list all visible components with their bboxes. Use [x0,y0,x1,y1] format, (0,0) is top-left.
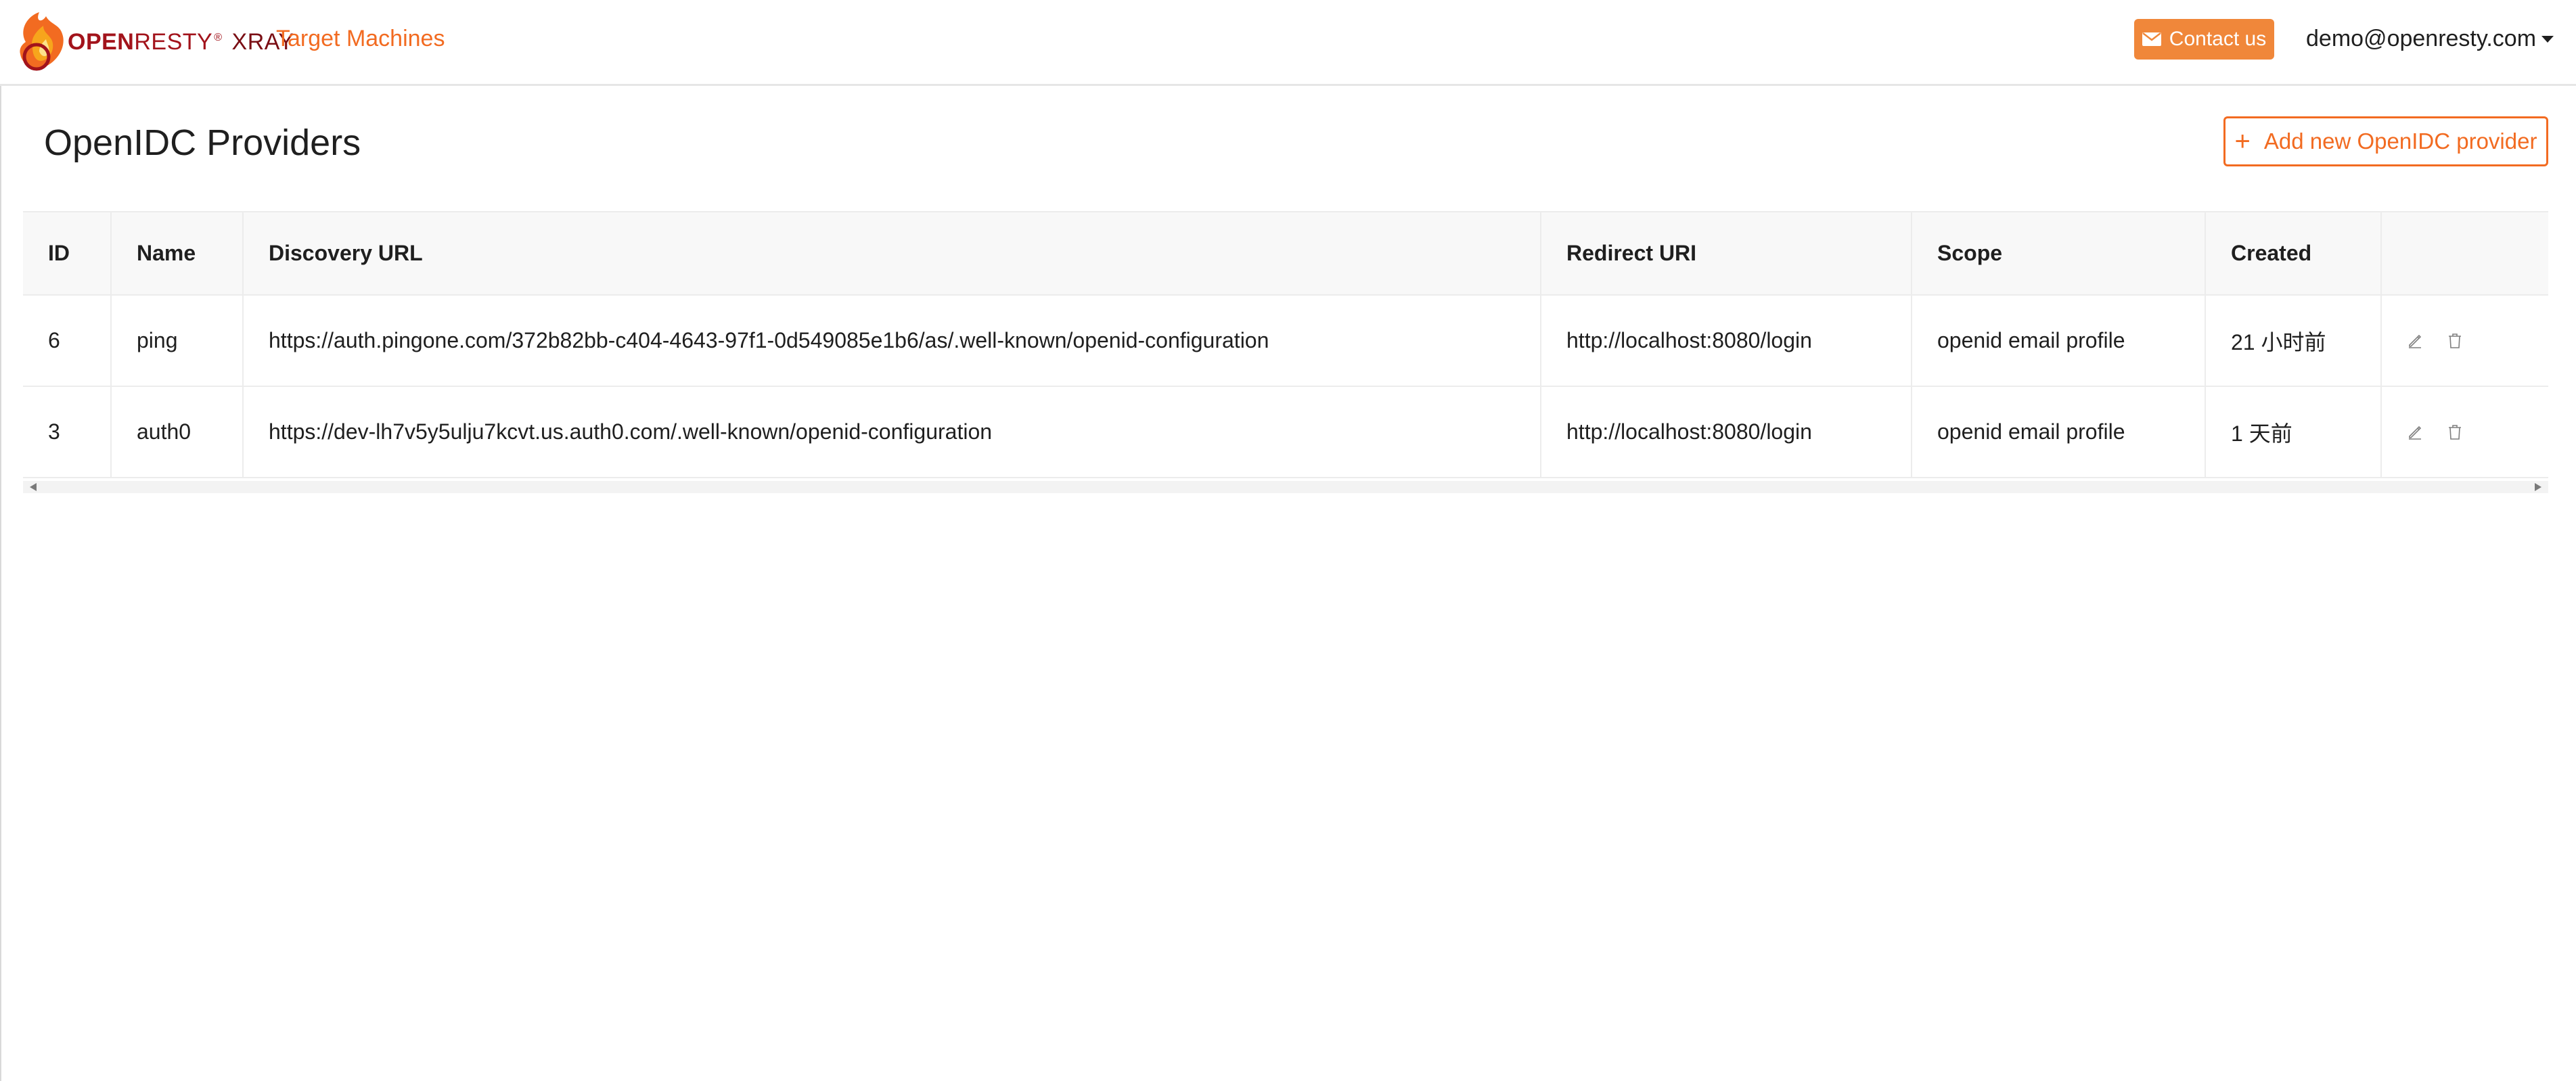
plus-icon: + [2234,127,2251,156]
cell-redirect-uri: http://localhost:8080/login [1541,386,1912,478]
page-left-border [0,0,1,1081]
table-header-row: ID Name Discovery URL Redirect URI Scope… [23,212,2548,296]
user-menu-dropdown[interactable]: demo@openresty.com [2306,26,2554,52]
user-email: demo@openresty.com [2306,26,2537,51]
nav-link-target-machines[interactable]: Target Machines [276,26,445,52]
pencil-icon[interactable] [2407,333,2423,349]
horizontal-scrollbar[interactable] [23,481,2548,493]
brand-open-text: OPEN [68,28,135,55]
column-header-discovery-url: Discovery URL [243,212,1541,296]
contact-us-label: Contact us [2169,28,2267,50]
contact-us-button[interactable]: Contact us [2134,19,2274,60]
column-header-redirect-uri: Redirect URI [1541,212,1912,296]
cell-id: 6 [23,295,112,387]
table-row: 6 ping https://auth.pingone.com/372b82bb… [23,295,2548,387]
chevron-down-icon [2541,35,2554,43]
cell-created: 1 天前 [2205,386,2382,478]
providers-table: ID Name Discovery URL Redirect URI Scope… [23,211,2548,478]
cell-scope: openid email profile [1912,295,2206,387]
table-row: 3 auth0 https://dev-lh7v5y5ulju7kcvt.us.… [23,386,2548,478]
scroll-left-arrow-icon[interactable] [30,483,37,491]
scroll-right-arrow-icon[interactable] [2535,483,2541,491]
envelope-icon [2142,32,2161,46]
column-header-scope: Scope [1912,212,2206,296]
cell-actions [2381,386,2548,478]
page-title: OpenIDC Providers [44,122,361,163]
pencil-icon[interactable] [2407,424,2423,440]
cell-name: auth0 [111,386,244,478]
top-navbar: OPENRESTY ® XRAY Target Machines Contact u… [0,0,2576,86]
cell-scope: openid email profile [1912,386,2206,478]
registered-mark: ® [214,32,223,44]
column-header-id: ID [23,212,112,296]
trash-icon[interactable] [2447,333,2462,349]
cell-discovery-url: https://dev-lh7v5y5ulju7kcvt.us.auth0.co… [243,386,1541,478]
flame-logo-icon [20,12,64,71]
add-provider-button[interactable]: + Add new OpenIDC provider [2223,116,2548,166]
brand-resty-text: RESTY [134,28,213,55]
cell-actions [2381,295,2548,387]
cell-created: 21 小时前 [2205,295,2382,387]
cell-redirect-uri: http://localhost:8080/login [1541,295,1912,387]
add-provider-label: Add new OpenIDC provider [2263,129,2537,154]
brand-logo[interactable]: OPENRESTY ® XRAY [12,0,294,84]
column-header-name: Name [111,212,244,296]
column-header-actions [2381,212,2548,296]
cell-name: ping [111,295,244,387]
column-header-created: Created [2205,212,2382,296]
trash-icon[interactable] [2447,424,2462,440]
cell-discovery-url: https://auth.pingone.com/372b82bb-c404-4… [243,295,1541,387]
providers-table-container: ID Name Discovery URL Redirect URI Scope… [23,211,2548,478]
cell-id: 3 [23,386,112,478]
